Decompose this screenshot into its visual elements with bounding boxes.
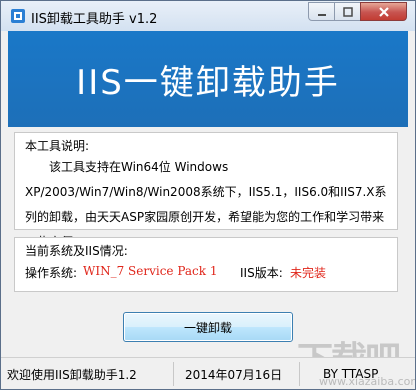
iis-version-label: IIS版本: [240, 266, 283, 280]
status-welcome: 欢迎使用IIS卸载助手1.2 [7, 367, 137, 382]
uninstall-button-label: 一键卸载 [183, 320, 232, 335]
app-icon [10, 8, 26, 24]
uninstall-button[interactable]: 一键卸载 [123, 312, 293, 342]
status-divider [173, 362, 174, 386]
iis-version-value: 未完装 [290, 266, 327, 280]
watermark-url: www.xiazaiba.com [319, 375, 416, 388]
banner: IIS一键卸载助手 [8, 31, 408, 127]
status-date: 2014年07月16日 [185, 367, 283, 382]
system-info-group: 当前系统及IIS情况: 操作系统: WIN_7 Service Pack 1 I… [14, 237, 398, 292]
banner-title: IIS一键卸载助手 [76, 62, 340, 103]
os-value: WIN_7 Service Pack 1 [83, 264, 218, 278]
minimize-icon [317, 13, 326, 16]
system-info-caption: 当前系统及IIS情况: [25, 244, 128, 258]
maximize-button[interactable] [334, 2, 361, 21]
maximize-icon [342, 6, 353, 17]
description-group: 本工具说明: 该工具支持在Win64位 Windows XP/2003/Win7… [14, 132, 398, 249]
os-label: 操作系统: [25, 266, 78, 280]
close-button[interactable] [360, 2, 407, 21]
title-bar[interactable]: IIS卸载工具助手 v1.2 [1, 1, 415, 31]
status-divider [299, 362, 300, 386]
window-title: IIS卸载工具助手 v1.2 [31, 12, 158, 27]
app-window: IIS卸载工具助手 v1.2 IIS一键卸载助手 本工具说明: 该工具支持在Wi… [0, 0, 416, 390]
close-icon [378, 6, 389, 17]
description-caption: 本工具说明: [25, 139, 90, 153]
minimize-button[interactable] [308, 2, 335, 21]
